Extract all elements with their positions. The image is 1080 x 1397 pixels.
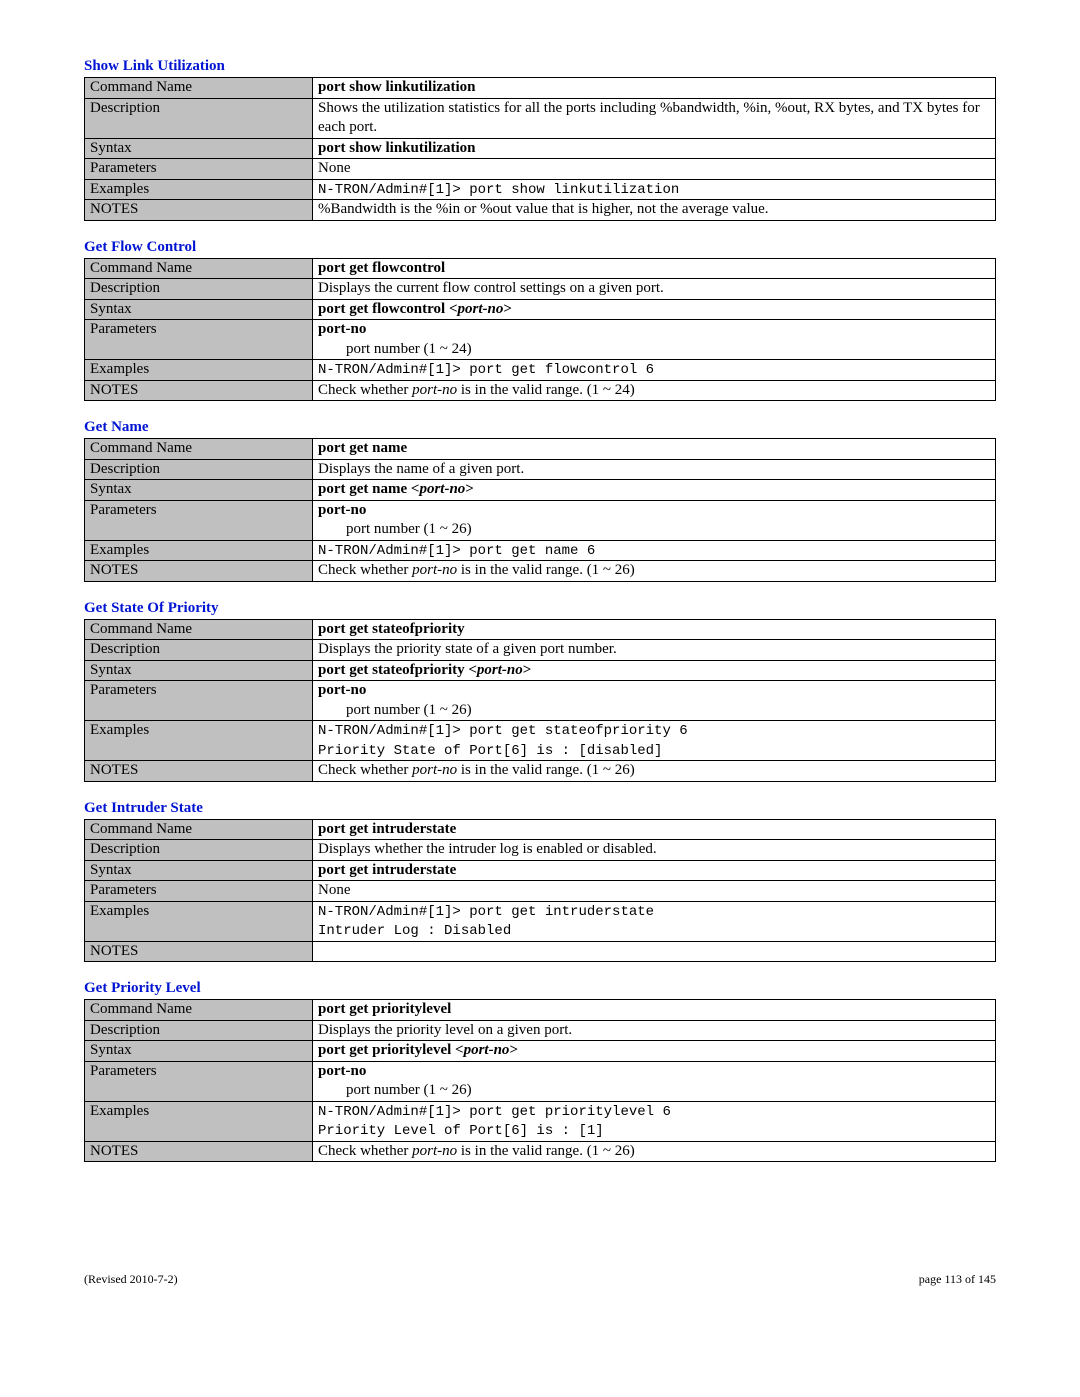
row-label: NOTES — [85, 561, 313, 582]
parameters-value: None — [313, 159, 996, 180]
parameters-value: port-noport number (1 ~ 26) — [313, 1061, 996, 1101]
row-label: NOTES — [85, 380, 313, 401]
row-label: Parameters — [85, 500, 313, 540]
row-label: Syntax — [85, 1041, 313, 1062]
row-label: Command Name — [85, 819, 313, 840]
row-label: Parameters — [85, 1061, 313, 1101]
notes-value: Check whether port-no is in the valid ra… — [313, 380, 996, 401]
examples-value: N-TRON/Admin#[1]> port get stateofpriori… — [313, 721, 996, 761]
row-label: Description — [85, 640, 313, 661]
examples-value: N-TRON/Admin#[1]> port show linkutilizat… — [313, 179, 996, 200]
description-value: Displays the priority level on a given p… — [313, 1020, 996, 1041]
row-label: Description — [85, 1020, 313, 1041]
row-label: NOTES — [85, 941, 313, 962]
row-label: NOTES — [85, 200, 313, 221]
notes-value — [313, 941, 996, 962]
examples-value: N-TRON/Admin#[1]> port get prioritylevel… — [313, 1101, 996, 1141]
row-label: Examples — [85, 901, 313, 941]
row-label: Examples — [85, 540, 313, 561]
footer-page: page 113 of 145 — [919, 1272, 996, 1287]
command-table: Command Nameport get flowcontrolDescript… — [84, 258, 996, 402]
row-label: Description — [85, 98, 313, 138]
row-label: Syntax — [85, 860, 313, 881]
description-value: Displays the current flow control settin… — [313, 279, 996, 300]
command-name-value: port get flowcontrol — [313, 258, 996, 279]
row-label: Syntax — [85, 299, 313, 320]
row-label: Command Name — [85, 78, 313, 99]
notes-value: Check whether port-no is in the valid ra… — [313, 1141, 996, 1162]
row-label: Examples — [85, 179, 313, 200]
parameters-value: port-noport number (1 ~ 26) — [313, 681, 996, 721]
command-table: Command Nameport get prioritylevelDescri… — [84, 999, 996, 1162]
parameters-value: port-noport number (1 ~ 26) — [313, 500, 996, 540]
notes-value: %Bandwidth is the %in or %out value that… — [313, 200, 996, 221]
command-name-value: port get stateofpriority — [313, 619, 996, 640]
row-label: Parameters — [85, 159, 313, 180]
command-name-value: port get prioritylevel — [313, 1000, 996, 1021]
section-title: Get State Of Priority — [84, 600, 996, 617]
footer-revised: (Revised 2010-7-2) — [84, 1272, 178, 1287]
row-label: Examples — [85, 1101, 313, 1141]
row-label: Command Name — [85, 619, 313, 640]
section-title: Get Priority Level — [84, 980, 996, 997]
command-table: Command Nameport show linkutilizationDes… — [84, 77, 996, 221]
row-label: Syntax — [85, 660, 313, 681]
parameters-value: port-noport number (1 ~ 24) — [313, 320, 996, 360]
row-label: Description — [85, 840, 313, 861]
description-value: Displays the name of a given port. — [313, 459, 996, 480]
document-body: Show Link UtilizationCommand Nameport sh… — [84, 58, 996, 1162]
section-title: Get Flow Control — [84, 239, 996, 256]
examples-value: N-TRON/Admin#[1]> port get intruderstate… — [313, 901, 996, 941]
syntax-value: port get prioritylevel <port-no> — [313, 1041, 996, 1062]
section-title: Show Link Utilization — [84, 58, 996, 75]
notes-value: Check whether port-no is in the valid ra… — [313, 761, 996, 782]
notes-value: Check whether port-no is in the valid ra… — [313, 561, 996, 582]
row-label: NOTES — [85, 1141, 313, 1162]
examples-value: N-TRON/Admin#[1]> port get flowcontrol 6 — [313, 360, 996, 381]
row-label: Command Name — [85, 439, 313, 460]
command-name-value: port get name — [313, 439, 996, 460]
page-footer: (Revised 2010-7-2) page 113 of 145 — [84, 1272, 996, 1287]
syntax-value: port show linkutilization — [313, 138, 996, 159]
row-label: Command Name — [85, 1000, 313, 1021]
description-value: Shows the utilization statistics for all… — [313, 98, 996, 138]
command-name-value: port show linkutilization — [313, 78, 996, 99]
row-label: Description — [85, 279, 313, 300]
command-table: Command Nameport get nameDescriptionDisp… — [84, 438, 996, 582]
command-name-value: port get intruderstate — [313, 819, 996, 840]
examples-value: N-TRON/Admin#[1]> port get name 6 — [313, 540, 996, 561]
row-label: Parameters — [85, 320, 313, 360]
section-title: Get Name — [84, 419, 996, 436]
row-label: Examples — [85, 721, 313, 761]
row-label: Parameters — [85, 681, 313, 721]
row-label: Examples — [85, 360, 313, 381]
command-table: Command Nameport get stateofpriorityDesc… — [84, 619, 996, 782]
syntax-value: port get name <port-no> — [313, 480, 996, 501]
description-value: Displays whether the intruder log is ena… — [313, 840, 996, 861]
description-value: Displays the priority state of a given p… — [313, 640, 996, 661]
syntax-value: port get intruderstate — [313, 860, 996, 881]
syntax-value: port get flowcontrol <port-no> — [313, 299, 996, 320]
row-label: Command Name — [85, 258, 313, 279]
row-label: Parameters — [85, 881, 313, 902]
row-label: Syntax — [85, 138, 313, 159]
row-label: Description — [85, 459, 313, 480]
syntax-value: port get stateofpriority <port-no> — [313, 660, 996, 681]
row-label: NOTES — [85, 761, 313, 782]
parameters-value: None — [313, 881, 996, 902]
command-table: Command Nameport get intruderstateDescri… — [84, 819, 996, 963]
row-label: Syntax — [85, 480, 313, 501]
section-title: Get Intruder State — [84, 800, 996, 817]
